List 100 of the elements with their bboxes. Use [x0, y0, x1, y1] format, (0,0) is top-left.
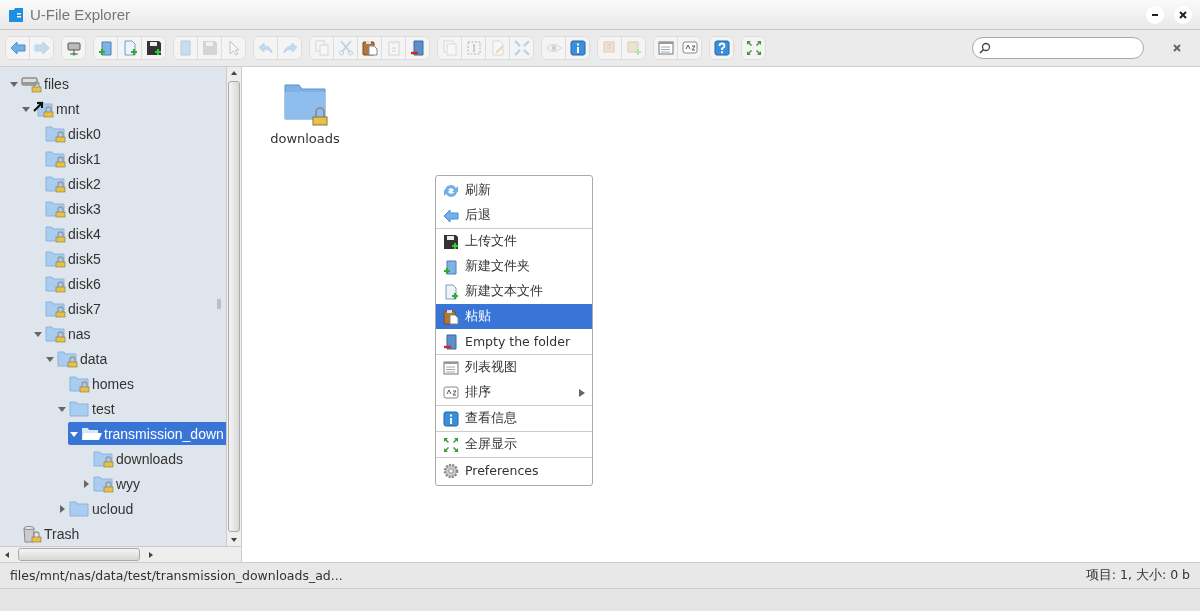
list-view-icon — [443, 359, 459, 376]
tree-item[interactable]: ucloud — [56, 497, 226, 520]
sort-icon — [443, 384, 459, 401]
new-folder-button[interactable] — [93, 36, 118, 60]
clipboard-icon — [443, 308, 459, 325]
tree-item[interactable]: disk2 — [32, 172, 226, 195]
help-icon — [713, 40, 730, 56]
tree-item[interactable]: disk4 — [32, 222, 226, 245]
expand-arrows-button[interactable] — [741, 36, 766, 60]
menu-item[interactable]: 粘贴 — [436, 304, 592, 329]
collapse-arrow-icon[interactable] — [58, 404, 66, 413]
menu-item[interactable]: 全屏显示 — [436, 432, 592, 457]
tree-item[interactable]: files — [8, 72, 226, 95]
sort-button[interactable] — [677, 36, 702, 60]
window-title: U-File Explorer — [30, 6, 131, 23]
menu-item[interactable]: 列表视图 — [436, 355, 592, 380]
collapse-arrow-icon[interactable] — [34, 329, 42, 338]
collapse-arrow-icon[interactable] — [10, 79, 18, 88]
folder-item[interactable]: downloads — [269, 79, 341, 146]
app-logo-icon — [8, 6, 24, 23]
info-icon — [443, 410, 459, 427]
collapse-arrow-icon[interactable] — [22, 104, 30, 113]
expand-arrows-icon — [513, 40, 530, 56]
search-field[interactable] — [972, 37, 1144, 59]
collapse-arrow-icon[interactable] — [70, 429, 78, 438]
new-file-icon — [443, 283, 459, 300]
close-icon[interactable] — [1172, 43, 1182, 53]
expand-arrow-icon[interactable] — [58, 504, 66, 513]
expand-arrow-icon[interactable] — [82, 479, 90, 488]
close-icon — [1178, 9, 1188, 20]
scroll-thumb[interactable] — [18, 548, 140, 561]
info-icon — [569, 40, 586, 56]
tree-item[interactable]: downloads — [80, 447, 226, 470]
tree-item[interactable]: disk0 — [32, 122, 226, 145]
tree-item[interactable]: Trash — [8, 522, 226, 545]
resize-handle-icon[interactable] — [217, 299, 221, 309]
tree-item[interactable]: data — [44, 347, 226, 370]
tree-item[interactable]: disk6 — [32, 272, 226, 295]
scissors-icon — [337, 40, 354, 56]
menu-item[interactable]: Preferences — [436, 458, 592, 483]
clipboard-icon — [361, 40, 378, 56]
sort-icon — [681, 40, 698, 56]
scroll-thumb[interactable] — [228, 81, 240, 532]
redo-icon — [281, 40, 298, 56]
menu-item[interactable]: 新建文本文件 — [436, 279, 592, 304]
menu-item[interactable]: Empty the folder — [436, 329, 592, 354]
close-button[interactable] — [1174, 5, 1192, 24]
tree-item[interactable]: disk3 — [32, 197, 226, 220]
back-arrow-icon — [443, 207, 459, 224]
menu-item[interactable]: 查看信息 — [436, 406, 592, 431]
tree-item[interactable]: disk7 — [32, 297, 226, 320]
clipboard-button[interactable] — [357, 36, 382, 60]
gear-icon — [443, 462, 459, 479]
copy-icon — [313, 40, 330, 56]
scroll-down-icon[interactable] — [230, 536, 238, 544]
list-view-button[interactable] — [653, 36, 678, 60]
archive-plus-icon — [625, 40, 642, 56]
minimize-button[interactable] — [1146, 5, 1164, 24]
tree-item[interactable]: wyy — [80, 472, 226, 495]
scroll-left-icon[interactable] — [3, 550, 11, 559]
expand-arrows-icon — [443, 436, 459, 453]
drive-icon — [65, 40, 82, 56]
menu-item[interactable]: 后退 — [436, 203, 592, 228]
menu-item[interactable]: 排序 — [436, 380, 592, 405]
clipboard-icon — [385, 40, 402, 56]
drive-button[interactable] — [61, 36, 86, 60]
edit-file-icon — [489, 40, 506, 56]
list-view-icon — [657, 40, 674, 56]
selection-icon — [465, 40, 482, 56]
tree-item[interactable]: test — [56, 397, 226, 420]
tree-item[interactable]: nas — [32, 322, 226, 345]
help-button[interactable] — [709, 36, 734, 60]
new-folder-icon — [97, 40, 114, 56]
scroll-up-icon[interactable] — [230, 69, 238, 77]
horizontal-scrollbar[interactable] — [0, 546, 241, 562]
folder-minus-button[interactable] — [405, 36, 430, 60]
archive-icon — [601, 40, 618, 56]
floppy-plus-button[interactable] — [141, 36, 166, 60]
scroll-right-icon[interactable] — [147, 550, 155, 559]
info-button[interactable] — [565, 36, 590, 60]
new-folder-icon — [443, 258, 459, 275]
folder-icon — [177, 40, 194, 56]
tree-item[interactable]: disk1 — [32, 147, 226, 170]
collapse-arrow-icon[interactable] — [46, 354, 54, 363]
vertical-scrollbar[interactable] — [226, 67, 241, 546]
new-file-icon — [121, 40, 138, 56]
undo-icon — [257, 40, 274, 56]
tree-item[interactable]: homes — [56, 372, 226, 395]
floppy-plus-icon — [145, 40, 162, 56]
forward-arrow-icon — [33, 40, 50, 56]
menu-item[interactable]: 刷新 — [436, 178, 592, 203]
expand-arrows-icon — [745, 40, 762, 56]
menu-item[interactable]: 新建文件夹 — [436, 254, 592, 279]
tree-item[interactable]: mnt — [20, 97, 226, 120]
search-icon — [979, 42, 991, 54]
tree-item[interactable]: disk5 — [32, 247, 226, 270]
back-arrow-button[interactable] — [5, 36, 30, 60]
folder-minus-icon — [409, 40, 426, 56]
tree-item[interactable]: transmission_down — [68, 422, 226, 445]
menu-item[interactable]: 上传文件 — [436, 229, 592, 254]
